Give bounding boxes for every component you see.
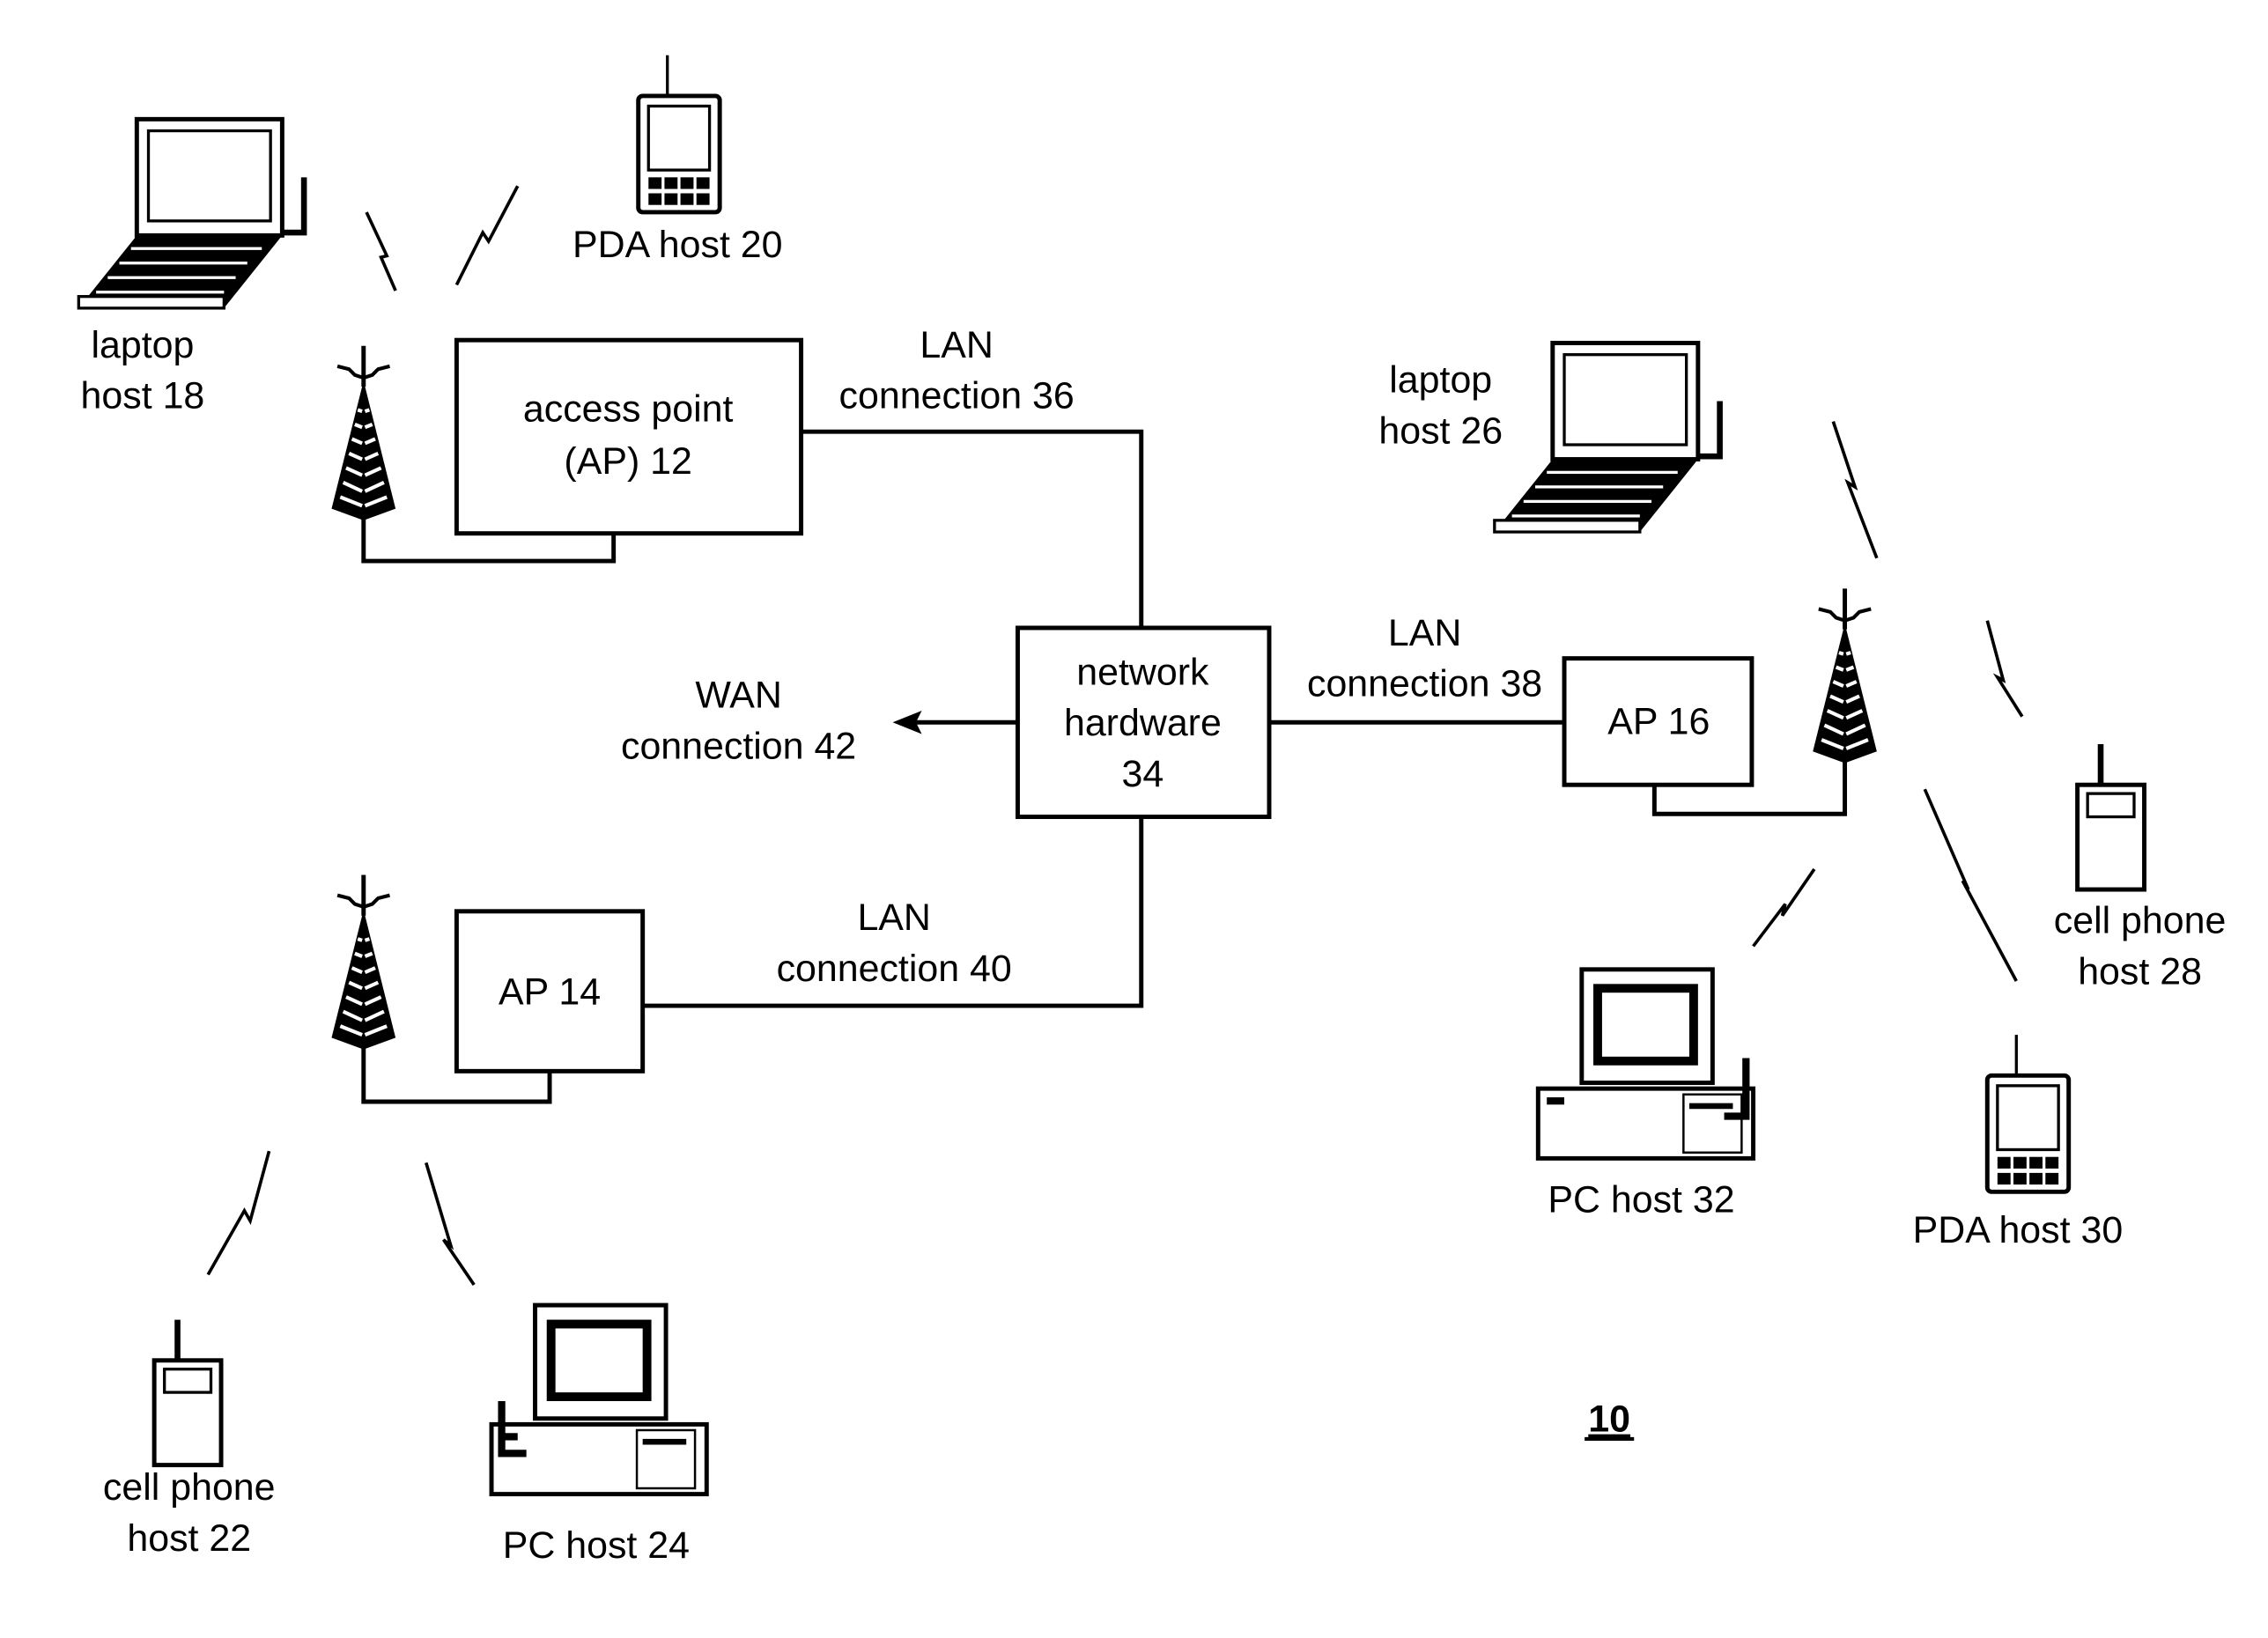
pc-host-24-label: PC host 24 (503, 1524, 690, 1567)
access-point-12-label-line2: (AP) 12 (564, 440, 691, 483)
lan-connection-36-label-line2: connection 36 (839, 375, 1075, 417)
antenna-tower-icon (331, 346, 395, 520)
wireless-link-icon (365, 211, 397, 291)
figure-reference-number: 10 (1588, 1398, 1630, 1441)
lan-connection-36-label-line1: LAN (920, 324, 993, 366)
wireless-link-icon (1752, 867, 1816, 948)
wireless-link-icon (206, 1150, 271, 1276)
pda-icon (639, 55, 720, 212)
cell-phone-icon (154, 1320, 221, 1465)
pda-host-20[interactable]: PDA host 20 (573, 55, 783, 266)
cell-phone-icon (2078, 744, 2145, 889)
laptop-host-26[interactable]: laptop host 26 (1378, 343, 1719, 532)
pc-host-32[interactable]: PC host 32 (1538, 970, 1753, 1221)
cell-phone-host-22-label-line2: host 22 (127, 1517, 251, 1560)
wireless-link-icon (1831, 421, 1879, 559)
laptop-host-26-label-line1: laptop (1389, 359, 1492, 402)
desktop-pc-icon (491, 1305, 706, 1494)
pc-host-24[interactable]: PC host 24 (491, 1305, 706, 1567)
network-diagram: access point (AP) 12 AP 14 AP 16 network… (0, 0, 2227, 1567)
laptop-host-26-label-line2: host 26 (1378, 410, 1503, 452)
pda-icon (1987, 1035, 2068, 1192)
wireless-link-icon (425, 1162, 476, 1286)
cell-phone-host-28-label-line2: host 28 (2078, 950, 2202, 992)
network-hardware-34[interactable]: network hardware 34 (1015, 625, 1272, 819)
cell-phone-host-22-label-line1: cell phone (103, 1466, 276, 1509)
network-hardware-label-line3: 34 (1122, 753, 1164, 795)
wireless-link-icon (454, 185, 520, 286)
access-point-14[interactable]: AP 14 (454, 909, 646, 1074)
desktop-pc-icon (1538, 970, 1753, 1159)
access-point-12[interactable]: access point (AP) 12 (454, 337, 804, 536)
access-point-16-label: AP 16 (1607, 700, 1710, 742)
network-hardware-label-line2: hardware (1064, 702, 1222, 744)
laptop-host-18[interactable]: laptop host 18 (78, 119, 304, 417)
laptop-host-18-label-line2: host 18 (81, 375, 205, 417)
access-point-12-label-line1: access point (523, 388, 734, 431)
lan-connection-40-label-line2: connection 40 (777, 948, 1012, 990)
lan-connection-38-label-line2: connection 38 (1307, 663, 1542, 705)
laptop-host-18-label-line1: laptop (91, 324, 194, 366)
lan-connection-40-label-line1: LAN (857, 896, 930, 939)
laptop-icon (1495, 343, 1720, 532)
pda-host-30[interactable]: PDA host 30 (1913, 1035, 2124, 1251)
cell-phone-host-28[interactable]: cell phone host 28 (2054, 744, 2227, 992)
wan-connection-42-label-line1: WAN (695, 675, 782, 717)
network-hardware-label-line1: network (1076, 651, 1209, 693)
wan-connection-42-label-line2: connection 42 (621, 726, 856, 768)
laptop-icon (78, 119, 304, 308)
lan-connection-38-label-line1: LAN (1388, 612, 1461, 654)
antenna-tower-icon (1813, 588, 1877, 763)
pda-host-20-label: PDA host 20 (573, 224, 783, 266)
pda-host-30-label: PDA host 30 (1913, 1209, 2124, 1251)
access-point-16[interactable]: AP 16 (1562, 656, 1755, 787)
wireless-link-icon (1923, 788, 2018, 982)
cell-phone-host-22[interactable]: cell phone host 22 (103, 1320, 276, 1560)
antenna-tower-icon (331, 875, 395, 1050)
cell-phone-host-28-label-line1: cell phone (2054, 900, 2227, 942)
wireless-link-icon (1985, 620, 2024, 718)
access-point-14-label: AP 14 (499, 970, 601, 1013)
lan-connection-36-line (801, 429, 1144, 628)
pc-host-32-label: PC host 32 (1548, 1178, 1734, 1221)
